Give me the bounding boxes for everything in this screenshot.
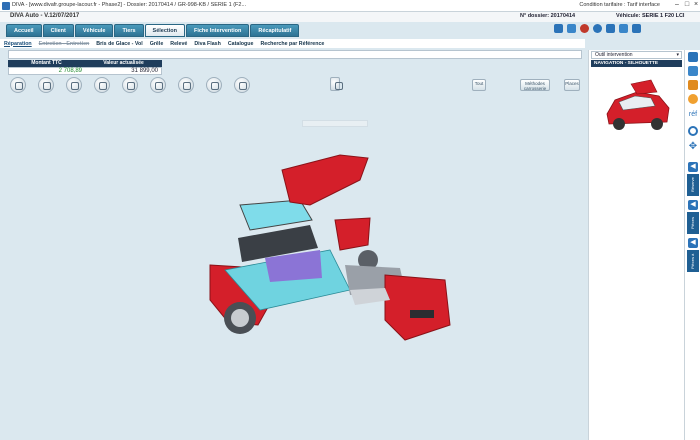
app-header: DIVA Auto - V.12/07/2017 N° dossier: 201…: [0, 12, 700, 22]
pricing-condition: Condition tarifaire : Tarif interface: [579, 2, 660, 8]
arrow-left-icon[interactable]: ◀: [688, 200, 698, 210]
body-parts-icon[interactable]: [10, 77, 26, 93]
book-icon[interactable]: [688, 66, 698, 76]
sidebar-label-1[interactable]: Pièces remplacées: [687, 212, 699, 234]
camera-icon[interactable]: [567, 24, 576, 33]
circle-icon[interactable]: [688, 126, 698, 136]
sidebar-label-0[interactable]: Réserve Nomenclat.: [687, 174, 699, 196]
methodes-button[interactable]: Méthodes carrosserie: [520, 79, 550, 91]
move-icon[interactable]: ✥: [688, 142, 698, 152]
valeur-actualisee-value: 31 899,00: [131, 68, 158, 74]
suspension-icon[interactable]: [122, 77, 138, 93]
subnav-grele[interactable]: Grêle: [150, 41, 164, 47]
fuel-icon[interactable]: [330, 77, 343, 91]
totals-table: Montant TTC Valeur actualisée 2 708,89 3…: [8, 60, 162, 75]
app-icon: [2, 2, 10, 10]
window-titlebar: DIVA - [www.divafr.groupe-lacour.fr - Ph…: [0, 0, 700, 12]
subnav-entretien[interactable]: Entretien - Entretien: [39, 41, 90, 47]
tab-accueil[interactable]: Accueil: [6, 24, 42, 37]
subnav-releve[interactable]: Relevé: [170, 41, 187, 47]
tab-vehicule[interactable]: Véhicule: [74, 24, 114, 37]
search-input[interactable]: [8, 50, 582, 59]
alert-icon[interactable]: [580, 24, 589, 33]
folder-icon[interactable]: [554, 24, 563, 33]
header-montant-ttc: Montant TTC: [31, 60, 62, 66]
brake-icon[interactable]: [94, 77, 110, 93]
subnav-bris-de-glace[interactable]: Bris de Glace - Vol: [96, 41, 142, 47]
toolbar-icons: [554, 24, 641, 33]
help-icon[interactable]: [632, 24, 641, 33]
subnav-catalogue[interactable]: Catalogue: [228, 41, 254, 47]
front-fender-part: [334, 217, 371, 251]
window-title: DIVA - [www.divafr.groupe-lacour.fr - Ph…: [12, 2, 247, 8]
ref-icon[interactable]: réf: [688, 110, 698, 120]
arrow-left-icon[interactable]: ◀: [688, 238, 698, 248]
electrical-icon[interactable]: [234, 77, 250, 93]
selection-subnav: Réparation Entretien - Entretien Bris de…: [0, 39, 585, 48]
all-parts-button[interactable]: Tout: [472, 79, 486, 91]
front-bumper-part: [384, 274, 451, 341]
subnav-reparation[interactable]: Réparation: [4, 41, 32, 47]
main-tabs: Accueil Client Véhicule Tiers Sélection …: [6, 24, 300, 38]
maximize-icon[interactable]: □: [682, 1, 692, 10]
minimize-icon[interactable]: –: [672, 1, 682, 10]
wheel-icon[interactable]: [66, 77, 82, 93]
navigation-panel: Outil intervention NAVIGATION - SILHOUET…: [588, 50, 684, 440]
exploded-car-view[interactable]: [200, 150, 460, 350]
tab-fiche-intervention[interactable]: Fiche Intervention: [185, 24, 250, 37]
close-icon[interactable]: ×: [692, 1, 700, 10]
outil-intervention-select[interactable]: Outil intervention: [591, 51, 682, 59]
arrow-left-icon[interactable]: ◀: [688, 162, 698, 172]
sidebar-label-2[interactable]: Pièces à Déduire: [687, 250, 699, 272]
view-bar: [302, 120, 368, 127]
header-valeur-actualisee: Valeur actualisée: [103, 60, 144, 66]
subnav-diva-flash[interactable]: Diva Flash: [194, 41, 221, 47]
print-icon[interactable]: [619, 24, 628, 33]
glass-icon[interactable]: [150, 77, 166, 93]
montant-ttc-value: 2 708,89: [58, 68, 82, 74]
headlight-part: [350, 288, 390, 305]
app-version: DIVA Auto - V.12/07/2017: [10, 13, 80, 19]
exhaust-icon[interactable]: [206, 77, 222, 93]
question-icon[interactable]: [688, 94, 698, 104]
windshield-part: [239, 199, 313, 231]
category-icon-bar: [10, 77, 343, 93]
car-silhouette-thumbnail[interactable]: [601, 74, 673, 136]
save-icon[interactable]: [606, 24, 615, 33]
hood-part: [281, 154, 369, 206]
tab-selection[interactable]: Sélection: [144, 24, 185, 37]
pencil-icon[interactable]: [688, 52, 698, 62]
car-icon[interactable]: [688, 80, 698, 90]
tab-client[interactable]: Client: [42, 24, 74, 37]
dossier-number: N° dossier: 20170414: [520, 13, 576, 19]
navigation-silhouette-label: NAVIGATION - SILHOUETTE: [591, 60, 682, 67]
grille-part: [410, 310, 434, 318]
right-sidebar: réf ✥ ◀ Réserve Nomenclat. ◀ Pièces remp…: [684, 50, 700, 440]
places-button[interactable]: Places: [564, 79, 580, 91]
subnav-recherche-reference[interactable]: Recherche par Référence: [260, 41, 324, 47]
tab-tiers[interactable]: Tiers: [114, 24, 144, 37]
tab-recapitulatif[interactable]: Récapitulatif: [250, 24, 300, 37]
clock-icon[interactable]: [593, 24, 602, 33]
engine-icon[interactable]: [178, 77, 194, 93]
door-icon[interactable]: [38, 77, 54, 93]
vehicle-info: Véhicule: SERIE 1 F20 LCI: [616, 13, 685, 19]
